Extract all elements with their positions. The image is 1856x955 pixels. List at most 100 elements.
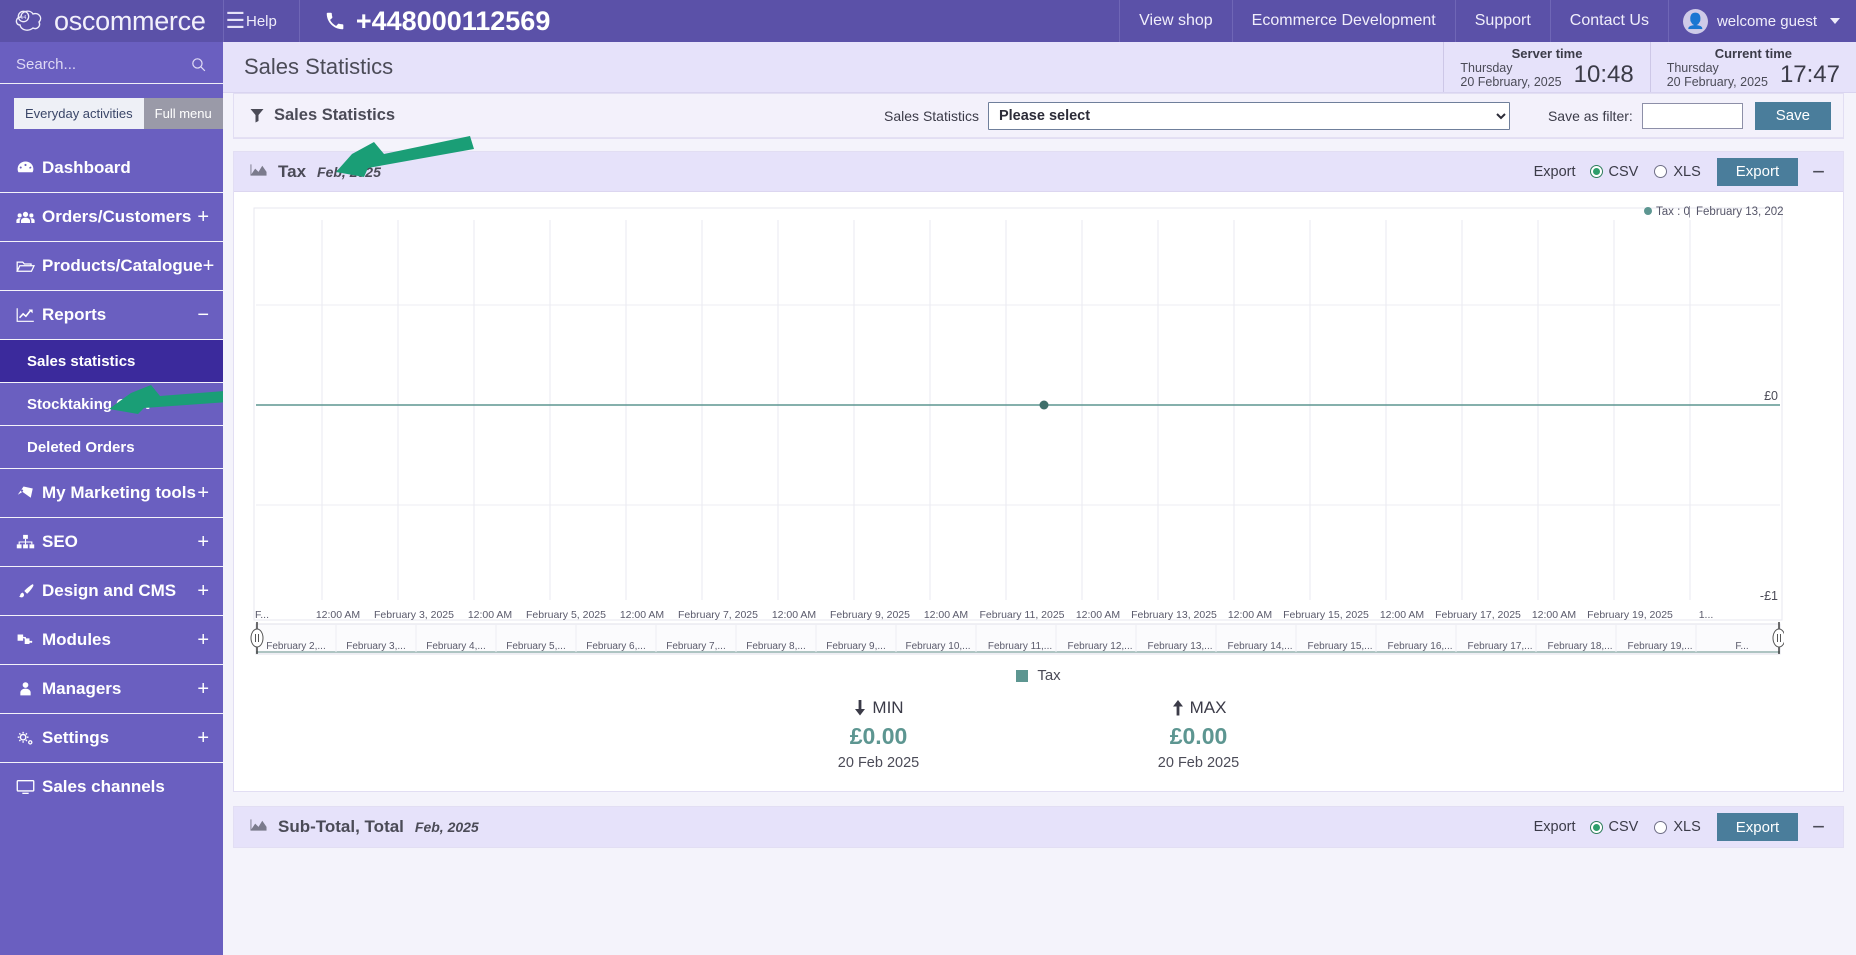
stat-max-value: £0.00 bbox=[1169, 723, 1228, 749]
expand-toggle[interactable]: + bbox=[197, 532, 209, 552]
tax-series-highlight-point[interactable] bbox=[1039, 400, 1049, 410]
expand-toggle[interactable]: + bbox=[197, 728, 209, 748]
expand-toggle[interactable]: − bbox=[197, 305, 209, 325]
toggle-everyday-activities[interactable]: Everyday activities bbox=[14, 98, 144, 129]
xtick-label: 12:00 AM bbox=[620, 609, 664, 621]
menu-mode-toggle[interactable]: Everyday activities Full menu bbox=[14, 98, 223, 129]
tax-plot-shell: Tax : 0 | February 13, 2025 £0 -£1 F... … bbox=[244, 200, 1833, 655]
minus-icon-2[interactable]: − bbox=[1798, 816, 1835, 838]
app-shell: Everyday activities Full menu Dashboard … bbox=[0, 42, 1856, 955]
sidebar-item-products-catalogue[interactable]: Products/Catalogue + bbox=[0, 241, 223, 290]
tax-chart-panel: Tax Feb, 2025 Export CSV XLS Export − Ta… bbox=[233, 136, 1844, 792]
topbar-link-support[interactable]: Support bbox=[1456, 0, 1551, 42]
expand-toggle[interactable]: + bbox=[197, 207, 209, 227]
sidebar-search[interactable] bbox=[0, 42, 223, 84]
sidebar-item-modules[interactable]: Modules + bbox=[0, 615, 223, 664]
xtick-label: February 5, 2025 bbox=[526, 609, 606, 621]
expand-toggle[interactable]: + bbox=[197, 679, 209, 699]
ytick-label-1: -£1 bbox=[1760, 589, 1778, 603]
navigator-label: February 18,... bbox=[1547, 641, 1612, 652]
sidebar-item-my-marketing-tools[interactable]: My Marketing tools + bbox=[0, 468, 223, 517]
expand-toggle[interactable]: + bbox=[197, 483, 209, 503]
brand-name: oscommerce bbox=[54, 5, 206, 36]
current-time-day: Thursday bbox=[1666, 60, 1719, 75]
navigator-label: February 17,... bbox=[1467, 641, 1532, 652]
sidebar-item-reports[interactable]: Reports − bbox=[0, 290, 223, 339]
navigator-label: February 9,... bbox=[826, 641, 885, 652]
expand-toggle[interactable]: + bbox=[203, 256, 215, 276]
sidebar-item-seo[interactable]: SEO + bbox=[0, 517, 223, 566]
save-as-filter-label: Save as filter: bbox=[1547, 107, 1633, 124]
search-icon[interactable] bbox=[190, 56, 207, 73]
sidebar-item-stocktaking-cost[interactable]: Stocktaking Cost bbox=[0, 382, 223, 425]
tooltip-series-text: Tax : 0 bbox=[1656, 206, 1690, 218]
sidebar-item-sales-channels[interactable]: Sales channels bbox=[0, 762, 223, 811]
sidebar-item-deleted-orders[interactable]: Deleted Orders bbox=[0, 425, 223, 468]
chevron-down-icon bbox=[1830, 18, 1840, 24]
format-csv-option[interactable]: CSV bbox=[1589, 164, 1638, 180]
navigator-label: February 5,... bbox=[506, 641, 565, 652]
navigator-label: February 15,... bbox=[1307, 641, 1372, 652]
save-filter-button[interactable]: Save bbox=[1754, 101, 1831, 130]
topbar-link-ecommerce-development[interactable]: Ecommerce Development bbox=[1233, 0, 1456, 42]
filter-name-input[interactable] bbox=[1641, 102, 1743, 129]
sidebar-item-settings[interactable]: Settings + bbox=[0, 713, 223, 762]
xtick-label: 12:00 AM bbox=[316, 609, 360, 621]
export-label-2: Export bbox=[1533, 819, 1576, 835]
subtotal-total-subtitle: Feb, 2025 bbox=[414, 819, 479, 835]
tax-chart-subtitle: Feb, 2025 bbox=[317, 163, 381, 180]
xtick-label: 1... bbox=[1699, 609, 1714, 621]
top-bar: v4 oscommerce ☰ Help +448000112569 View … bbox=[0, 0, 1856, 42]
sidebar-item-label: Settings bbox=[42, 728, 110, 747]
navigator-label: February 16,... bbox=[1387, 641, 1452, 652]
select-label: Sales Statistics bbox=[884, 107, 979, 124]
format-csv-option-2[interactable]: CSV bbox=[1589, 819, 1638, 835]
radio-csv-icon[interactable] bbox=[1589, 165, 1603, 178]
expand-toggle[interactable]: + bbox=[197, 581, 209, 601]
navigator-label: February 3,... bbox=[346, 641, 405, 652]
help-link[interactable]: Help bbox=[223, 0, 300, 42]
format-xls-option-2[interactable]: XLS bbox=[1654, 819, 1701, 835]
search-input[interactable] bbox=[16, 56, 176, 73]
export-button[interactable]: Export bbox=[1716, 157, 1799, 186]
puzzle-piece-icon bbox=[16, 632, 42, 648]
sidebar-item-managers[interactable]: Managers + bbox=[0, 664, 223, 713]
xtick-label: February 9, 2025 bbox=[830, 609, 910, 621]
sidebar-item-design-and-cms[interactable]: Design and CMS + bbox=[0, 566, 223, 615]
phone-number: +448000112569 bbox=[355, 5, 551, 36]
navigator-label: February 14,... bbox=[1227, 641, 1292, 652]
tax-chart-svg[interactable]: Tax : 0 | February 13, 2025 £0 -£1 F... … bbox=[244, 200, 1784, 655]
sidebar-item-orders-customers[interactable]: Orders/Customers + bbox=[0, 192, 223, 241]
sidebar-item-dashboard[interactable]: Dashboard bbox=[0, 143, 223, 192]
phone-display: +448000112569 bbox=[300, 0, 574, 42]
legend-label-tax: Tax bbox=[1037, 667, 1061, 684]
radio-xls-icon[interactable] bbox=[1654, 165, 1668, 178]
sidebar-item-sales-statistics[interactable]: Sales statistics bbox=[0, 339, 223, 382]
current-time-value: 17:47 bbox=[1779, 60, 1840, 88]
user-menu[interactable]: 👤 welcome guest bbox=[1669, 0, 1856, 42]
chart-legend[interactable]: Tax bbox=[244, 655, 1833, 688]
sales-statistics-select[interactable]: Please select bbox=[987, 101, 1510, 130]
xtick-label: February 3, 2025 bbox=[374, 609, 454, 621]
sidebar-item-label: My Marketing tools bbox=[42, 483, 196, 502]
subtotal-total-title: Sub-Total, Total bbox=[278, 817, 404, 836]
xtick-label: February 11, 2025 bbox=[979, 609, 1064, 621]
format-xls-option[interactable]: XLS bbox=[1654, 164, 1701, 180]
topbar-link-contact-us[interactable]: Contact Us bbox=[1551, 0, 1669, 42]
chart-navigator[interactable]: February 2,... February 3,... February 4… bbox=[250, 622, 1784, 655]
xtick-label: 12:00 AM bbox=[1228, 609, 1272, 621]
navigator-label: F... bbox=[1735, 641, 1748, 652]
ytick-label-0: £0 bbox=[1764, 389, 1778, 403]
server-time-block: Server time Thursday 20 February, 2025 1… bbox=[1443, 42, 1649, 92]
paintbrush-icon bbox=[16, 583, 42, 599]
minus-icon[interactable]: − bbox=[1798, 160, 1835, 183]
radio-xls-icon[interactable] bbox=[1654, 820, 1668, 834]
topbar-link-view-shop[interactable]: View shop bbox=[1120, 0, 1233, 42]
desktop-icon bbox=[16, 779, 42, 795]
toggle-full-menu[interactable]: Full menu bbox=[143, 98, 223, 129]
export-button-2[interactable]: Export bbox=[1716, 813, 1799, 841]
main-area: Sales Statistics Server time Thursday 20… bbox=[223, 42, 1856, 955]
radio-csv-icon[interactable] bbox=[1589, 820, 1603, 834]
expand-toggle[interactable]: + bbox=[197, 630, 209, 650]
brand-area[interactable]: v4 oscommerce ☰ bbox=[0, 0, 245, 42]
